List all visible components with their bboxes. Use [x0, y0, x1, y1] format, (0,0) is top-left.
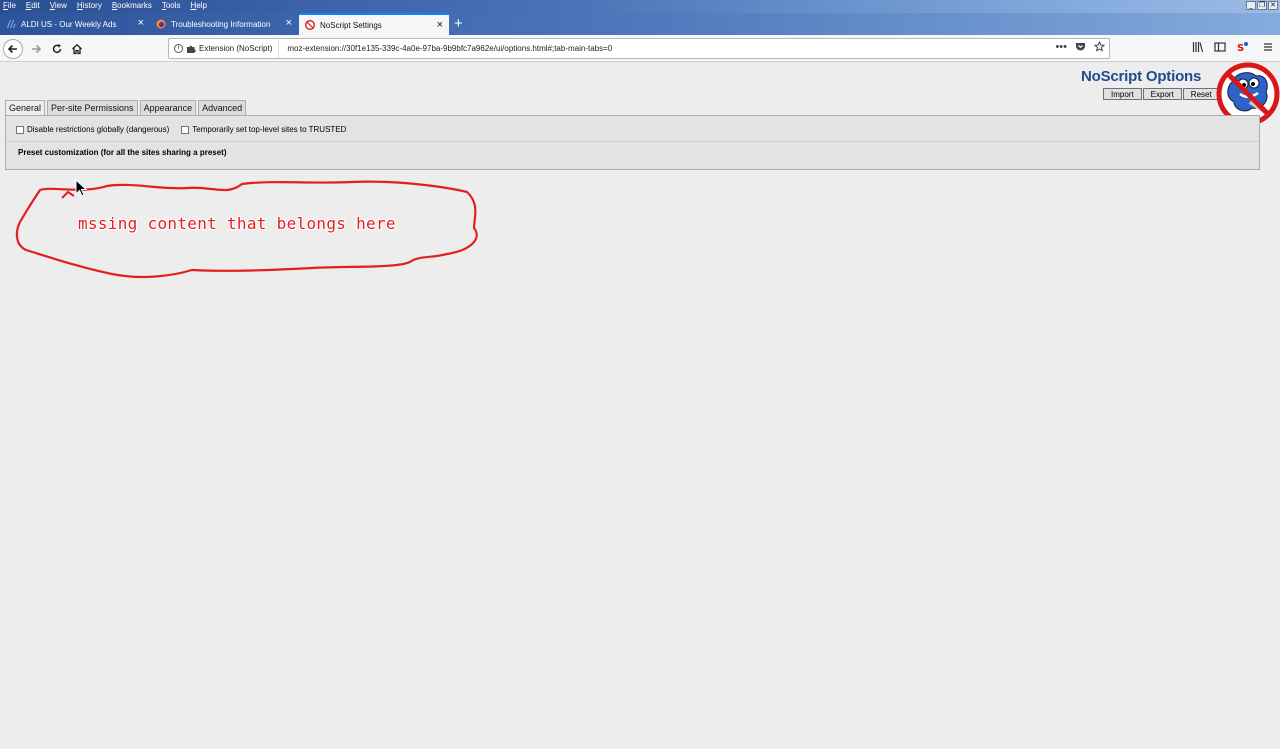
options-row: Disable restrictions globally (dangerous… [16, 125, 346, 134]
url-text[interactable]: moz-extension://30f1e135-339c-4a0e-97ba-… [279, 44, 612, 53]
preset-heading: Preset customization (for all the sites … [18, 148, 227, 157]
noscript-toolbar-icon[interactable]: S [1236, 41, 1248, 53]
action-buttons: Import Export Reset [1103, 88, 1220, 100]
restore-button[interactable]: ❐ [1257, 1, 1267, 10]
export-button[interactable]: Export [1142, 88, 1182, 100]
divider [6, 141, 1259, 142]
close-tab-icon[interactable]: × [138, 18, 144, 29]
reload-icon [52, 44, 62, 54]
temp-trusted-checkbox[interactable] [181, 125, 190, 134]
close-tab-icon[interactable]: × [437, 20, 443, 31]
tab-general[interactable]: General [5, 100, 46, 115]
forward-button[interactable] [26, 39, 46, 59]
reset-button[interactable]: Reset [1182, 88, 1220, 100]
menu-view[interactable]: View [50, 1, 67, 10]
home-button[interactable] [67, 39, 87, 59]
tab-advanced[interactable]: Advanced [198, 100, 247, 115]
temp-trusted-label: Temporarily set top-level sites to TRUST… [192, 125, 347, 134]
window-controls: _ ❐ ✕ [1246, 1, 1278, 10]
browser-tab-aldi[interactable]: ALDI US - Our Weekly Ads × [0, 13, 150, 35]
info-icon: i [174, 44, 183, 53]
sidebar-icon[interactable] [1214, 41, 1226, 53]
nav-bar: i Extension (NoScript) moz-extension://3… [0, 35, 1280, 62]
menu-help[interactable]: Help [191, 1, 207, 10]
browser-tab-troubleshooting[interactable]: Troubleshooting Information × [150, 13, 298, 35]
tab-appearance[interactable]: Appearance [139, 100, 197, 115]
back-button[interactable] [3, 39, 23, 59]
identity-box[interactable]: i Extension (NoScript) [169, 39, 280, 58]
aldi-icon [7, 20, 16, 28]
disable-global-checkbox[interactable] [16, 125, 24, 134]
url-bar[interactable]: i Extension (NoScript) moz-extension://3… [168, 38, 1110, 59]
menu-file[interactable]: File [3, 1, 16, 10]
title-bar: File Edit View History Bookmarks Tools H… [0, 0, 1280, 13]
minimize-button[interactable]: _ [1246, 1, 1256, 10]
home-icon [72, 43, 82, 55]
disable-global-label: Disable restrictions globally (dangerous… [27, 125, 170, 134]
identity-label: Extension (NoScript) [199, 44, 273, 53]
more-actions-icon[interactable]: ••• [1055, 41, 1067, 53]
menu-bookmarks[interactable]: Bookmarks [112, 1, 152, 10]
noscript-icon [305, 20, 315, 30]
import-button[interactable]: Import [1103, 88, 1142, 100]
menu-edit[interactable]: Edit [26, 1, 40, 10]
mouse-cursor-icon [75, 179, 87, 197]
tab-strip: ALDI US - Our Weekly Ads × Troubleshooti… [0, 13, 1280, 35]
arrow-left-icon [7, 44, 17, 54]
arrow-right-icon [32, 44, 42, 54]
menu-tools[interactable]: Tools [162, 1, 181, 10]
url-actions: ••• [1055, 41, 1105, 53]
close-tab-icon[interactable]: × [286, 18, 292, 29]
menu-bar: File Edit View History Bookmarks Tools H… [3, 1, 217, 10]
library-icon[interactable] [1192, 41, 1204, 53]
firefox-icon [156, 19, 166, 29]
general-panel: Disable restrictions globally (dangerous… [5, 115, 1260, 170]
reload-button[interactable] [47, 39, 67, 59]
tab-label: NoScript Settings [320, 20, 382, 30]
annotation-text: mssing content that belongs here [78, 214, 396, 233]
options-tabs: General Per-site Permissions Appearance … [5, 100, 247, 115]
browser-tab-noscript[interactable]: NoScript Settings × [299, 13, 449, 35]
pocket-icon[interactable] [1075, 41, 1086, 52]
bookmark-star-icon[interactable] [1094, 41, 1105, 52]
tab-label: Troubleshooting Information [171, 19, 271, 29]
menu-history[interactable]: History [77, 1, 102, 10]
hamburger-menu-icon[interactable] [1262, 41, 1274, 53]
tab-per-site-permissions[interactable]: Per-site Permissions [47, 100, 138, 115]
tab-label: ALDI US - Our Weekly Ads [21, 19, 117, 29]
svg-text:S: S [1237, 43, 1244, 53]
puzzle-icon [187, 45, 196, 53]
close-window-button[interactable]: ✕ [1268, 1, 1278, 10]
page-title: NoScript Options [1081, 68, 1202, 85]
new-tab-icon[interactable]: + [454, 15, 463, 32]
